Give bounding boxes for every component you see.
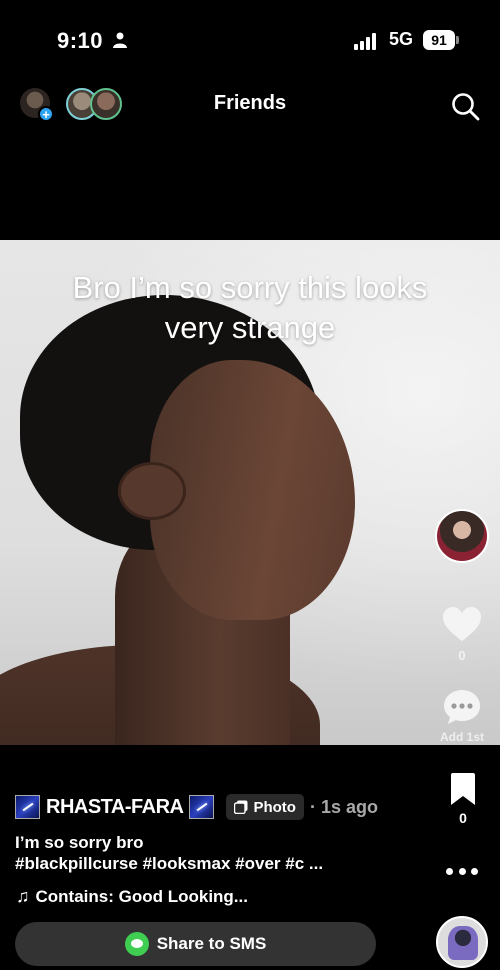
my-profile-add-button[interactable]: +	[20, 88, 54, 122]
more-icon[interactable]	[446, 862, 478, 880]
photo-ear	[118, 462, 186, 520]
friends-avatars[interactable]	[66, 88, 124, 120]
sparkle-emoji-icon	[15, 795, 40, 819]
author-name[interactable]: RHASTA-FARA	[46, 796, 184, 819]
status-bar: 9:10 5G 91	[0, 0, 500, 80]
posted-time: · 1s ago	[309, 796, 378, 817]
share-to-sms-button[interactable]: Share to SMS	[15, 922, 376, 966]
sparkle-emoji-icon	[189, 795, 215, 819]
share-label: Share to SMS	[156, 934, 267, 953]
photo-icon	[234, 800, 248, 814]
heart-icon[interactable]	[441, 605, 483, 643]
comment-label: Add 1st	[439, 730, 484, 744]
status-time: 9:10	[57, 28, 104, 53]
search-icon[interactable]	[450, 91, 480, 121]
author-row: RHASTA-FARA Photo · 1s ago	[15, 793, 378, 821]
creator-avatar[interactable]	[435, 509, 489, 563]
overlay-text-line: very strange	[164, 310, 336, 345]
photo-badge-label: Photo	[253, 798, 296, 816]
caption-text: I’m so sorry bro	[15, 833, 144, 852]
music-cover-art	[448, 926, 478, 960]
music-note-icon: ♫	[16, 886, 30, 906]
bookmark-icon[interactable]	[450, 772, 476, 806]
battery-indicator: 91	[423, 30, 455, 50]
friend-avatar	[90, 88, 122, 120]
save-count: 0	[459, 810, 467, 826]
like-count: 0	[458, 648, 466, 663]
music-title: Contains: Good Looking...	[35, 886, 248, 906]
photo-badge: Photo	[226, 794, 304, 820]
overlay-text-line: Bro I’m so sorry this looks	[72, 270, 428, 305]
music-disc[interactable]	[436, 916, 488, 968]
plus-icon: +	[38, 106, 54, 122]
caption-hashtags[interactable]: #blackpillcurse #looksmax #over #c ...	[15, 854, 323, 874]
comment-icon[interactable]	[442, 688, 482, 726]
battery-tip	[456, 36, 459, 44]
signal-icon	[354, 32, 382, 50]
overlay-text: Bro I’m so sorry this looks very strange	[0, 268, 500, 348]
sms-icon	[124, 932, 149, 956]
person-icon	[113, 32, 127, 48]
network-label: 5G	[389, 29, 414, 49]
music-info[interactable]: ♫ Contains: Good Looking...	[16, 886, 248, 907]
